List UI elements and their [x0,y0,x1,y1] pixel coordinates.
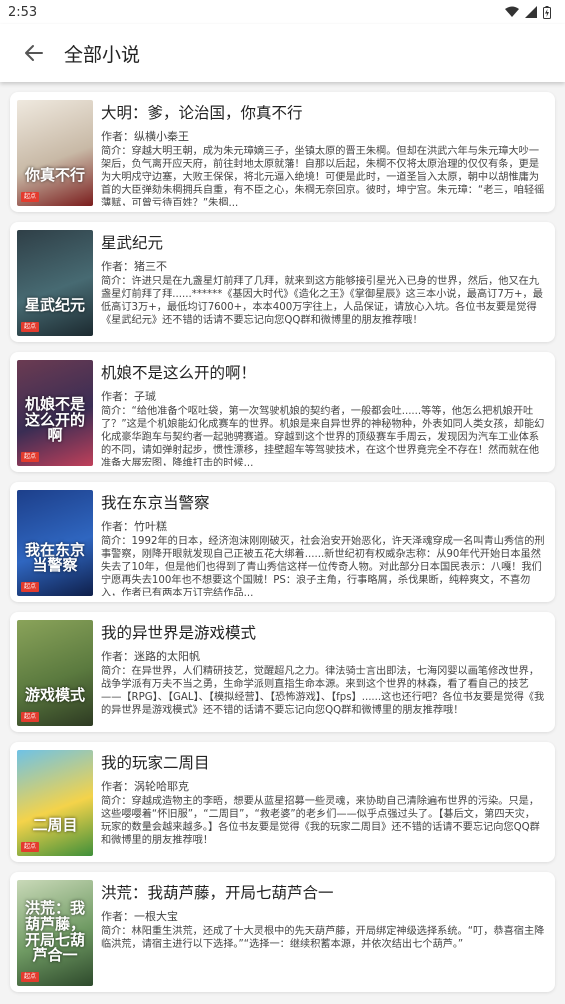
cover-publisher-badge: 起点 [21,322,40,332]
book-cover: 洪荒：我葫芦藤，开局七葫芦合一 起点 [17,880,93,986]
cover-publisher-badge: 起点 [21,452,40,462]
book-intro: 简介：许进只是在九盏星灯前拜了几拜，就来到这方能够接引星光入已身的世界，然后，他… [101,275,543,327]
cover-title-art: 游戏模式 [24,686,85,705]
cover-publisher-badge: 起点 [21,192,40,202]
book-intro: 简介：穿越大明王朝，成为朱元璋嫡三子，坐镇太原的晋王朱棡。但却在洪武六年与朱元璋… [101,145,545,207]
cover-publisher-badge: 起点 [21,972,40,982]
book-title: 大明：爹，论治国，你真不行 [101,104,303,122]
book-author: 作者：猪三不 [101,259,167,273]
book-author: 作者：纵横小秦王 [101,129,189,143]
status-time: 2:53 [8,4,38,20]
book-intro: 简介：“给他准备个呕吐袋，第一次驾驶机娘的契约者，一般都会吐......等等，他… [101,405,545,467]
book-intro: 简介：1992年的日本，经济泡沫刚刚破灭，社会治安开始恶化，许天泽魂穿成一名叫青… [101,535,545,597]
book-cover: 我在东京当警察 起点 [17,490,93,596]
novel-card-6[interactable]: 二周目 起点 我的玩家二周目 作者：涡轮哈耶克 简介：穿越成造物主的李晤，想要从… [10,742,555,862]
cover-title-art: 机娘不是这么开的啊 [24,394,85,445]
book-title: 星武纪元 [101,234,164,252]
book-info: 我的异世界是游戏模式 作者：迷路的太阳帆 简介：在异世界，人们精研技艺，觉醒超凡… [101,620,545,726]
cover-publisher-badge: 起点 [21,582,40,592]
novel-card-2[interactable]: 星武纪元 起点 星武纪元 作者：猪三不 简介：许进只是在九盏星灯前拜了几拜，就来… [10,222,555,342]
book-intro: 简介：在异世界，人们精研技艺，觉醒超凡之力。律法骑士言出即法，七海冈婴以画笔修改… [101,665,545,717]
novel-card-5[interactable]: 游戏模式 起点 我的异世界是游戏模式 作者：迷路的太阳帆 简介：在异世界，人们精… [10,612,555,732]
wifi-icon [505,6,519,17]
cover-title-art: 星武纪元 [24,296,85,315]
novel-card-1[interactable]: 你真不行 起点 大明：爹，论治国，你真不行 作者：纵横小秦王 简介：穿越大明王朝… [10,92,555,212]
book-info: 大明：爹，论治国，你真不行 作者：纵横小秦王 简介：穿越大明王朝，成为朱元璋嫡三… [101,100,545,206]
book-author: 作者：迷路的太阳帆 [101,649,200,663]
arrow-back-icon [25,45,43,61]
book-cover: 游戏模式 起点 [17,620,93,726]
book-cover: 你真不行 起点 [17,100,93,206]
app-bar: 全部小说 [0,24,565,82]
cover-title-art: 我在东京当警察 [24,540,85,575]
cover-publisher-badge: 起点 [21,712,40,722]
book-author: 作者：涡轮哈耶克 [101,779,189,793]
novel-card-4[interactable]: 我在东京当警察 起点 我在东京当警察 作者：竹叶糕 简介：1992年的日本，经济… [10,482,555,602]
book-info: 星武纪元 作者：猪三不 简介：许进只是在九盏星灯前拜了几拜，就来到这方能够接引星… [101,230,545,336]
novel-card-7[interactable]: 洪荒：我葫芦藤，开局七葫芦合一 起点 洪荒：我葫芦藤，开局七葫芦合一 作者：一根… [10,872,555,992]
page-title: 全部小说 [64,43,141,66]
book-title: 洪荒：我葫芦藤，开局七葫芦合一 [101,884,334,902]
cover-publisher-badge: 起点 [21,842,40,852]
cover-title-art: 你真不行 [24,166,85,185]
battery-icon [543,5,551,19]
status-bar: 2:53 [0,0,565,24]
cover-title-art: 二周目 [32,816,78,835]
book-cover: 星武纪元 起点 [17,230,93,336]
book-info: 机娘不是这么开的啊！ 作者：子珹 简介：“给他准备个呕吐袋，第一次驾驶机娘的契约… [101,360,545,466]
novel-list[interactable]: 你真不行 起点 大明：爹，论治国，你真不行 作者：纵横小秦王 简介：穿越大明王朝… [0,82,565,1004]
book-info: 我的玩家二周目 作者：涡轮哈耶克 简介：穿越成造物主的李晤，想要从蓝星招募一些灵… [101,750,545,856]
book-intro: 简介：穿越成造物主的李晤，想要从蓝星招募一些灵魂，来协助自己清除遍布世界的污染。… [101,795,540,847]
book-author: 作者：一根大宝 [101,909,178,923]
book-title: 我在东京当警察 [101,494,210,512]
back-button[interactable] [16,35,52,71]
signal-icon [525,6,537,18]
book-title: 机娘不是这么开的啊！ [101,364,257,382]
book-info: 我在东京当警察 作者：竹叶糕 简介：1992年的日本，经济泡沫刚刚破灭，社会治安… [101,490,545,596]
book-author: 作者：竹叶糕 [101,519,167,533]
book-intro: 简介：林阳重生洪荒，还成了十大灵根中的先天葫芦藤，开局绑定神级选择系统。“叮，恭… [101,925,545,950]
book-info: 洪荒：我葫芦藤，开局七葫芦合一 作者：一根大宝 简介：林阳重生洪荒，还成了十大灵… [101,880,545,986]
book-cover: 机娘不是这么开的啊 起点 [17,360,93,466]
cover-title-art: 洪荒：我葫芦藤，开局七葫芦合一 [24,899,85,965]
book-cover: 二周目 起点 [17,750,93,856]
novel-card-3[interactable]: 机娘不是这么开的啊 起点 机娘不是这么开的啊！ 作者：子珹 简介：“给他准备个呕… [10,352,555,472]
book-title: 我的异世界是游戏模式 [101,624,257,642]
status-icons [505,5,551,19]
book-title: 我的玩家二周目 [101,754,210,772]
book-author: 作者：子珹 [101,389,156,403]
